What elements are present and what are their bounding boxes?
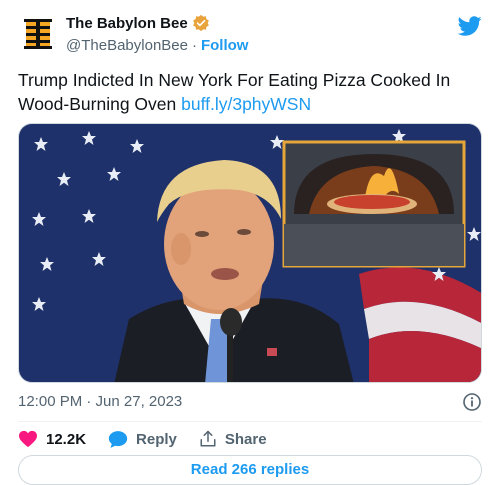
twitter-bird-icon[interactable] xyxy=(458,14,482,38)
author-name-row: The Babylon Bee xyxy=(66,14,210,32)
speech-bubble-icon xyxy=(108,430,128,448)
author-handle[interactable]: @TheBabylonBee xyxy=(66,37,188,54)
tweet-timestamp[interactable]: 12:00 PM · Jun 27, 2023 xyxy=(18,393,182,410)
reply-button[interactable]: Reply xyxy=(108,430,177,449)
like-button[interactable]: 12.2K xyxy=(18,430,86,448)
share-upload-icon xyxy=(200,430,216,447)
reply-label: Reply xyxy=(136,430,177,448)
info-icon[interactable] xyxy=(462,392,482,412)
read-replies-button[interactable]: Read 266 replies xyxy=(18,455,482,485)
separator-dot: · xyxy=(191,37,197,54)
tweet-actions: 12.2K Reply Share xyxy=(18,428,289,450)
tweet-link[interactable]: buff.ly/3phyWSN xyxy=(181,94,311,114)
pizza-oven-inset xyxy=(282,140,466,268)
tweet-embed-card: The Babylon Bee @TheBabylonBee · Follow … xyxy=(0,0,500,485)
share-button[interactable]: Share xyxy=(199,430,267,448)
heart-icon xyxy=(19,430,37,448)
follow-button[interactable]: Follow xyxy=(201,37,249,54)
verified-badge-icon xyxy=(192,14,209,32)
author-handle-row: @TheBabylonBee · Follow xyxy=(66,37,248,54)
author-display-name[interactable]: The Babylon Bee xyxy=(66,15,188,32)
tweet-header: The Babylon Bee @TheBabylonBee · Follow xyxy=(18,12,482,60)
tweet-text: Trump Indicted In New York For Eating Pi… xyxy=(18,68,478,116)
babylon-bee-logo-icon[interactable] xyxy=(18,14,58,54)
share-label: Share xyxy=(224,430,267,448)
like-count: 12.2K xyxy=(46,430,87,448)
divider xyxy=(18,421,482,422)
tweet-media-image[interactable] xyxy=(18,123,482,383)
